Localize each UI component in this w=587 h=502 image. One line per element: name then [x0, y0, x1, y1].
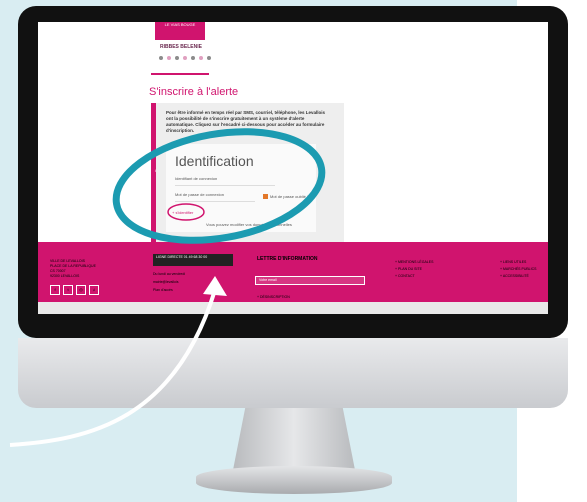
highlight-ring [112, 128, 326, 244]
annotation-overlay [9, 128, 326, 447]
pointer-arrow [9, 289, 217, 447]
arrow-head-icon [203, 276, 227, 296]
login-highlight-ring [167, 203, 205, 221]
